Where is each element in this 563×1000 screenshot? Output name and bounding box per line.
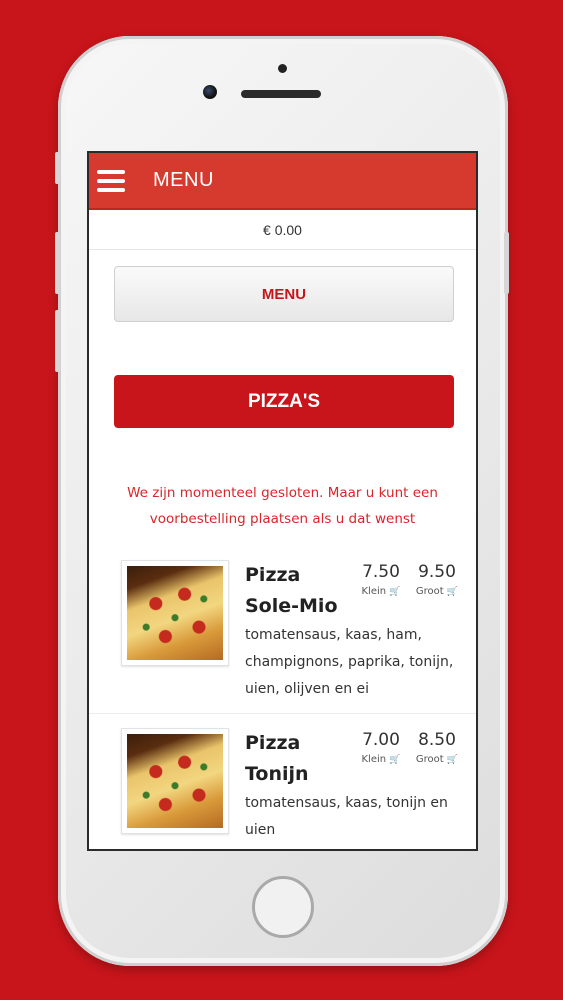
product-description: tomatensaus, kaas, tonijn en uien: [245, 795, 448, 838]
power-button: [504, 232, 509, 294]
volume-up-button: [55, 232, 60, 294]
price-small-value: 7.00: [362, 730, 400, 750]
mute-switch: [55, 152, 60, 184]
page-title: MENU: [153, 169, 214, 191]
front-camera: [203, 85, 217, 99]
product-description: tomatensaus, kaas, ham, champignons, pap…: [245, 627, 454, 697]
cart-icon[interactable]: 🛒: [447, 755, 458, 765]
cart-icon[interactable]: 🛒: [447, 587, 458, 597]
sensor: [278, 64, 287, 73]
product-prices: 7.50 Klein 🛒 9.50 Groot 🛒: [358, 560, 460, 597]
top-bar: MENU: [89, 153, 476, 210]
app-screen: MENU € 0.00 MENU PIZZA'S We zijn momente…: [87, 151, 478, 851]
home-button[interactable]: [252, 876, 314, 938]
cart-icon[interactable]: 🛒: [389, 587, 400, 597]
category-pizzas-button[interactable]: PIZZA'S: [114, 375, 454, 428]
product-item[interactable]: Pizza Sole-Mio 7.50 Klein 🛒 9.50 Groot 🛒…: [89, 546, 476, 713]
cart-icon[interactable]: 🛒: [389, 755, 400, 765]
product-image: [121, 728, 229, 834]
product-body: Pizza Sole-Mio 7.50 Klein 🛒 9.50 Groot 🛒…: [245, 560, 464, 703]
price-large[interactable]: 9.50 Groot 🛒: [414, 560, 460, 597]
product-name: Pizza Sole-Mio: [245, 564, 338, 617]
price-small[interactable]: 7.50 Klein 🛒: [358, 560, 404, 597]
price-large-value: 8.50: [418, 730, 456, 750]
hamburger-icon[interactable]: [97, 169, 125, 192]
product-image: [121, 560, 229, 666]
price-small-value: 7.50: [362, 562, 400, 582]
volume-down-button: [55, 310, 60, 372]
product-item[interactable]: Pizza Tonijn 7.00 Klein 🛒 8.50 Groot 🛒 t…: [89, 713, 476, 849]
product-prices: 7.00 Klein 🛒 8.50 Groot 🛒: [358, 728, 460, 765]
closed-notice: We zijn momenteel gesloten. Maar u kunt …: [127, 485, 438, 527]
price-small-label: Klein: [361, 754, 387, 765]
price-small-label: Klein: [361, 586, 387, 597]
price-large[interactable]: 8.50 Groot 🛒: [414, 728, 460, 765]
product-name: Pizza Tonijn: [245, 732, 309, 785]
price-large-value: 9.50: [418, 562, 456, 582]
price-small[interactable]: 7.00 Klein 🛒: [358, 728, 404, 765]
price-large-label: Groot: [415, 586, 444, 597]
price-large-label: Groot: [415, 754, 444, 765]
pizza-image: [127, 566, 223, 660]
product-body: Pizza Tonijn 7.00 Klein 🛒 8.50 Groot 🛒 t…: [245, 728, 464, 844]
cart-total[interactable]: € 0.00: [89, 210, 476, 250]
pizza-image: [127, 734, 223, 828]
earpiece-speaker: [241, 90, 321, 98]
menu-button[interactable]: MENU: [114, 266, 454, 322]
